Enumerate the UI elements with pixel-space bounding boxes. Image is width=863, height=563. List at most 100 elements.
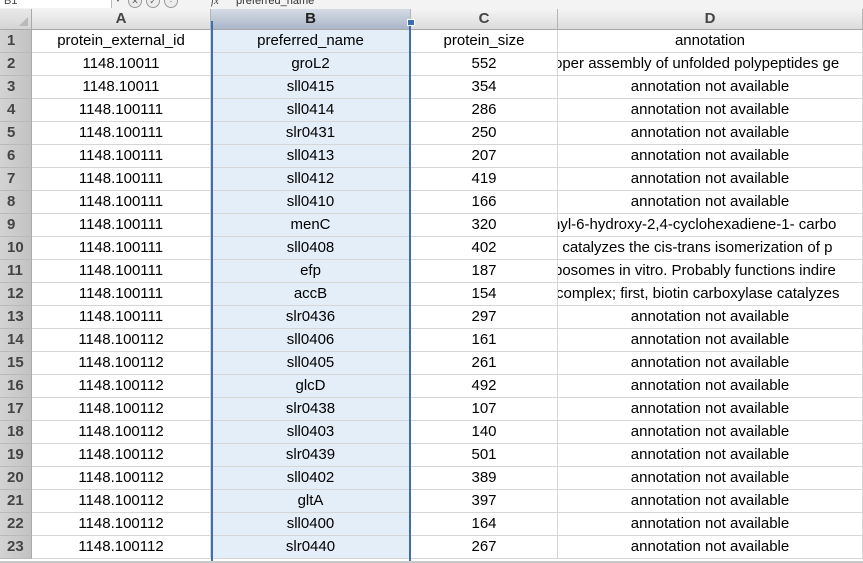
table-cell[interactable]: 1148.100112 bbox=[32, 444, 211, 467]
table-cell[interactable]: 1148.100111 bbox=[32, 214, 211, 237]
table-cell[interactable]: sll0408 bbox=[211, 237, 411, 260]
table-cell[interactable]: 166 bbox=[411, 191, 558, 214]
table-cell[interactable]: menC bbox=[211, 214, 411, 237]
column-header-c[interactable]: C bbox=[411, 9, 558, 30]
row-header-6[interactable]: 6 bbox=[0, 145, 32, 168]
table-cell[interactable]: 267 bbox=[411, 536, 558, 559]
table-cell[interactable]: 402 bbox=[411, 237, 558, 260]
table-cell[interactable]: slr0431 bbox=[211, 122, 411, 145]
row-header-3[interactable]: 3 bbox=[0, 76, 32, 99]
table-cell[interactable]: sll0412 bbox=[211, 168, 411, 191]
table-cell[interactable]: 161 bbox=[411, 329, 558, 352]
table-cell[interactable]: 552 bbox=[411, 53, 558, 76]
table-cell[interactable]: 1148.100111 bbox=[32, 99, 211, 122]
confirm-formula-icon[interactable]: ✓ bbox=[146, 0, 160, 8]
table-cell[interactable]: sll0400 bbox=[211, 513, 411, 536]
table-cell[interactable]: annotation not available bbox=[558, 329, 863, 352]
row-header-8[interactable]: 8 bbox=[0, 191, 32, 214]
table-cell[interactable]: 419 bbox=[411, 168, 558, 191]
table-cell[interactable]: nyl-6-hydroxy-2,4-cyclohexadiene-1- carb… bbox=[558, 214, 863, 237]
row-header-14[interactable]: 14 bbox=[0, 329, 32, 352]
row-header-20[interactable]: 20 bbox=[0, 467, 32, 490]
table-cell[interactable]: 207 bbox=[411, 145, 558, 168]
row-header-13[interactable]: 13 bbox=[0, 306, 32, 329]
table-cell[interactable]: 1148.100112 bbox=[32, 352, 211, 375]
name-box[interactable]: B1 bbox=[0, 0, 112, 8]
row-header-11[interactable]: 11 bbox=[0, 260, 32, 283]
table-cell[interactable]: 1148.100111 bbox=[32, 260, 211, 283]
formula-content[interactable]: preferred_name bbox=[236, 0, 314, 8]
table-cell[interactable]: groL2 bbox=[211, 53, 411, 76]
table-cell[interactable]: glcD bbox=[211, 375, 411, 398]
table-cell[interactable]: 250 bbox=[411, 122, 558, 145]
table-cell[interactable]: oper assembly of unfolded polypeptides g… bbox=[558, 53, 863, 76]
table-cell[interactable]: 1148.100112 bbox=[32, 329, 211, 352]
table-cell[interactable]: 389 bbox=[411, 467, 558, 490]
table-cell[interactable]: 1148.100112 bbox=[32, 375, 211, 398]
table-cell[interactable]: sll0402 bbox=[211, 467, 411, 490]
table-cell[interactable]: complex; first, biotin carboxylase catal… bbox=[558, 283, 863, 306]
table-cell[interactable]: sll0410 bbox=[211, 191, 411, 214]
table-cell[interactable]: 501 bbox=[411, 444, 558, 467]
table-cell[interactable]: 187 bbox=[411, 260, 558, 283]
header-cell[interactable]: preferred_name bbox=[211, 30, 411, 53]
table-cell[interactable]: 397 bbox=[411, 490, 558, 513]
column-header-b[interactable]: B bbox=[211, 9, 411, 30]
row-header-15[interactable]: 15 bbox=[0, 352, 32, 375]
table-cell[interactable]: 1148.100111 bbox=[32, 191, 211, 214]
table-cell[interactable]: 107 bbox=[411, 398, 558, 421]
table-cell[interactable]: annotation not available bbox=[558, 352, 863, 375]
header-cell[interactable]: annotation bbox=[558, 30, 863, 53]
table-cell[interactable]: 154 bbox=[411, 283, 558, 306]
selection-fill-handle[interactable] bbox=[407, 19, 415, 26]
table-cell[interactable]: t catalyzes the cis-trans isomerization … bbox=[558, 237, 863, 260]
table-cell[interactable]: 1148.100112 bbox=[32, 398, 211, 421]
table-cell[interactable]: sll0403 bbox=[211, 421, 411, 444]
row-header-12[interactable]: 12 bbox=[0, 283, 32, 306]
table-cell[interactable]: annotation not available bbox=[558, 398, 863, 421]
table-cell[interactable]: 297 bbox=[411, 306, 558, 329]
table-cell[interactable]: 354 bbox=[411, 76, 558, 99]
table-cell[interactable]: annotation not available bbox=[558, 536, 863, 559]
row-header-18[interactable]: 18 bbox=[0, 421, 32, 444]
select-all-corner[interactable] bbox=[0, 9, 32, 30]
header-cell[interactable]: protein_size bbox=[411, 30, 558, 53]
table-cell[interactable]: annotation not available bbox=[558, 513, 863, 536]
table-cell[interactable]: annotation not available bbox=[558, 145, 863, 168]
formula-builder-icon[interactable]: · bbox=[164, 0, 178, 8]
row-header-2[interactable]: 2 bbox=[0, 53, 32, 76]
table-cell[interactable]: annotation not available bbox=[558, 421, 863, 444]
row-header-23[interactable]: 23 bbox=[0, 536, 32, 559]
column-header-a[interactable]: A bbox=[32, 9, 211, 30]
table-cell[interactable]: 1148.100111 bbox=[32, 145, 211, 168]
name-box-dropdown-icon[interactable]: ▼ bbox=[113, 0, 123, 7]
table-cell[interactable]: 1148.10011 bbox=[32, 76, 211, 99]
table-cell[interactable]: slr0439 bbox=[211, 444, 411, 467]
table-cell[interactable]: bosomes in vitro. Probably functions ind… bbox=[558, 260, 863, 283]
table-cell[interactable]: 1148.100112 bbox=[32, 490, 211, 513]
table-cell[interactable]: sll0415 bbox=[211, 76, 411, 99]
table-cell[interactable]: gltA bbox=[211, 490, 411, 513]
table-cell[interactable]: 1148.100111 bbox=[32, 237, 211, 260]
header-cell[interactable]: protein_external_id bbox=[32, 30, 211, 53]
table-cell[interactable]: 1148.10011 bbox=[32, 53, 211, 76]
table-cell[interactable]: 320 bbox=[411, 214, 558, 237]
table-cell[interactable]: 1148.100112 bbox=[32, 536, 211, 559]
table-cell[interactable]: annotation not available bbox=[558, 76, 863, 99]
row-header-7[interactable]: 7 bbox=[0, 168, 32, 191]
table-cell[interactable]: 1148.100111 bbox=[32, 306, 211, 329]
table-cell[interactable]: sll0406 bbox=[211, 329, 411, 352]
row-header-17[interactable]: 17 bbox=[0, 398, 32, 421]
row-header-1[interactable]: 1 bbox=[0, 30, 32, 53]
table-cell[interactable]: 1148.100111 bbox=[32, 283, 211, 306]
table-cell[interactable]: 1148.100111 bbox=[32, 122, 211, 145]
row-header-5[interactable]: 5 bbox=[0, 122, 32, 145]
table-cell[interactable]: 1148.100112 bbox=[32, 421, 211, 444]
cancel-formula-icon[interactable]: ✕ bbox=[128, 0, 142, 8]
table-cell[interactable]: 492 bbox=[411, 375, 558, 398]
row-header-4[interactable]: 4 bbox=[0, 99, 32, 122]
row-header-21[interactable]: 21 bbox=[0, 490, 32, 513]
table-cell[interactable]: slr0438 bbox=[211, 398, 411, 421]
table-cell[interactable]: 1148.100111 bbox=[32, 168, 211, 191]
table-cell[interactable]: sll0414 bbox=[211, 99, 411, 122]
